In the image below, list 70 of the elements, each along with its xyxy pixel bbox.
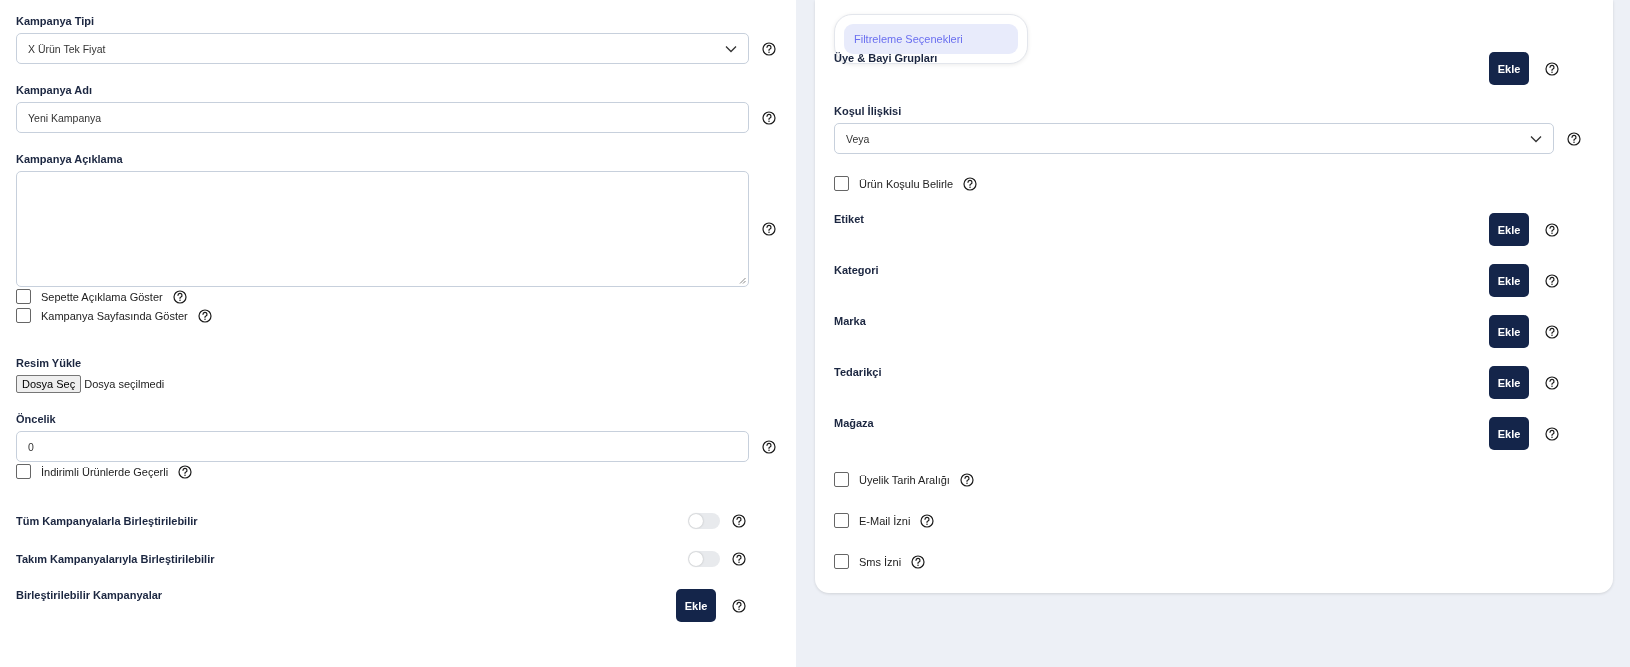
field-label: Üye & Bayi Grupları bbox=[834, 52, 939, 64]
help-icon[interactable] bbox=[197, 308, 212, 323]
help-icon[interactable] bbox=[732, 552, 746, 566]
add-button[interactable]: Ekle bbox=[1489, 366, 1529, 399]
help-icon[interactable] bbox=[732, 514, 746, 528]
add-button[interactable]: Ekle bbox=[676, 589, 716, 622]
field-label: Kampanya Açıklama bbox=[16, 153, 124, 165]
help-icon[interactable] bbox=[1545, 222, 1559, 237]
checkbox[interactable] bbox=[834, 554, 849, 569]
help-icon[interactable] bbox=[963, 176, 978, 191]
add-button[interactable]: Ekle bbox=[1489, 264, 1529, 297]
field-label: Koşul İlişkisi bbox=[834, 105, 903, 117]
input-field[interactable]: Yeni Kampanya bbox=[16, 102, 749, 133]
checkbox[interactable] bbox=[834, 176, 849, 191]
field-label: Marka bbox=[834, 315, 867, 327]
help-icon[interactable] bbox=[172, 289, 187, 304]
checkbox-label: Üyelik Tarih Aralığı bbox=[859, 473, 950, 486]
help-icon[interactable] bbox=[732, 598, 746, 613]
field-label: Etiket bbox=[834, 213, 865, 225]
field-label: Kampanya Adı bbox=[16, 84, 93, 96]
chevron-down-icon bbox=[1530, 134, 1542, 143]
filter-tab[interactable]: Filtreleme Seçenekleri bbox=[844, 24, 1018, 54]
field-label: Tedarikçi bbox=[834, 366, 883, 378]
help-icon[interactable] bbox=[178, 464, 193, 479]
help-icon[interactable] bbox=[1567, 131, 1581, 146]
add-button[interactable]: Ekle bbox=[1489, 52, 1529, 85]
checkbox-label: Sms İzni bbox=[859, 555, 902, 568]
checkbox[interactable] bbox=[16, 464, 31, 479]
file-status: Dosya seçilmedi bbox=[84, 378, 165, 390]
choose-file-button[interactable]: Dosya Seç bbox=[16, 375, 82, 393]
checkbox[interactable] bbox=[16, 308, 31, 323]
toggle-label: Tüm Kampanyalarla Birleştirilebilir bbox=[16, 515, 199, 527]
checkbox-label: Sepette Açıklama Göster bbox=[41, 290, 163, 303]
help-icon[interactable] bbox=[762, 110, 776, 125]
help-icon[interactable] bbox=[1545, 61, 1559, 76]
field-label: Birleştirilebilir Kampanyalar bbox=[16, 589, 164, 601]
field-label: Öncelik bbox=[16, 413, 57, 425]
field-label: Mağaza bbox=[834, 417, 875, 429]
help-icon[interactable] bbox=[1545, 426, 1559, 441]
field-label: Kampanya Tipi bbox=[16, 15, 96, 27]
help-icon[interactable] bbox=[1545, 273, 1559, 288]
toggle-switch[interactable] bbox=[688, 551, 720, 567]
add-button[interactable]: Ekle bbox=[1489, 417, 1529, 450]
input-field[interactable]: 0 bbox=[16, 431, 749, 462]
field-label: Resim Yükle bbox=[16, 357, 83, 369]
help-icon[interactable] bbox=[1545, 375, 1559, 390]
toggle-label: Takım Kampanyalarıyla Birleştirilebilir bbox=[16, 553, 216, 565]
checkbox[interactable] bbox=[16, 289, 31, 304]
checkbox-label: Kampanya Sayfasında Göster bbox=[41, 309, 188, 322]
select-field[interactable]: X Ürün Tek Fiyat bbox=[16, 33, 749, 64]
help-icon[interactable] bbox=[762, 222, 776, 236]
add-button[interactable]: Ekle bbox=[1489, 213, 1529, 246]
checkbox[interactable] bbox=[834, 472, 849, 487]
checkbox-label: İndirimli Ürünlerde Geçerli bbox=[41, 465, 169, 478]
textarea-field[interactable] bbox=[16, 171, 749, 287]
toggle-switch[interactable] bbox=[688, 513, 720, 529]
help-icon[interactable] bbox=[762, 41, 776, 56]
resize-grip-icon bbox=[739, 277, 746, 284]
chevron-down-icon bbox=[725, 44, 737, 53]
select-field[interactable]: Veya bbox=[834, 123, 1554, 154]
help-icon[interactable] bbox=[762, 439, 776, 454]
field-label: Kategori bbox=[834, 264, 880, 276]
checkbox[interactable] bbox=[834, 513, 849, 528]
help-icon[interactable] bbox=[1545, 324, 1559, 339]
help-icon[interactable] bbox=[911, 554, 926, 569]
help-icon[interactable] bbox=[920, 513, 935, 528]
checkbox-label: E-Mail İzni bbox=[859, 514, 911, 527]
add-button[interactable]: Ekle bbox=[1489, 315, 1529, 348]
help-icon[interactable] bbox=[959, 472, 974, 487]
checkbox-label: Ürün Koşulu Belirle bbox=[859, 177, 954, 190]
